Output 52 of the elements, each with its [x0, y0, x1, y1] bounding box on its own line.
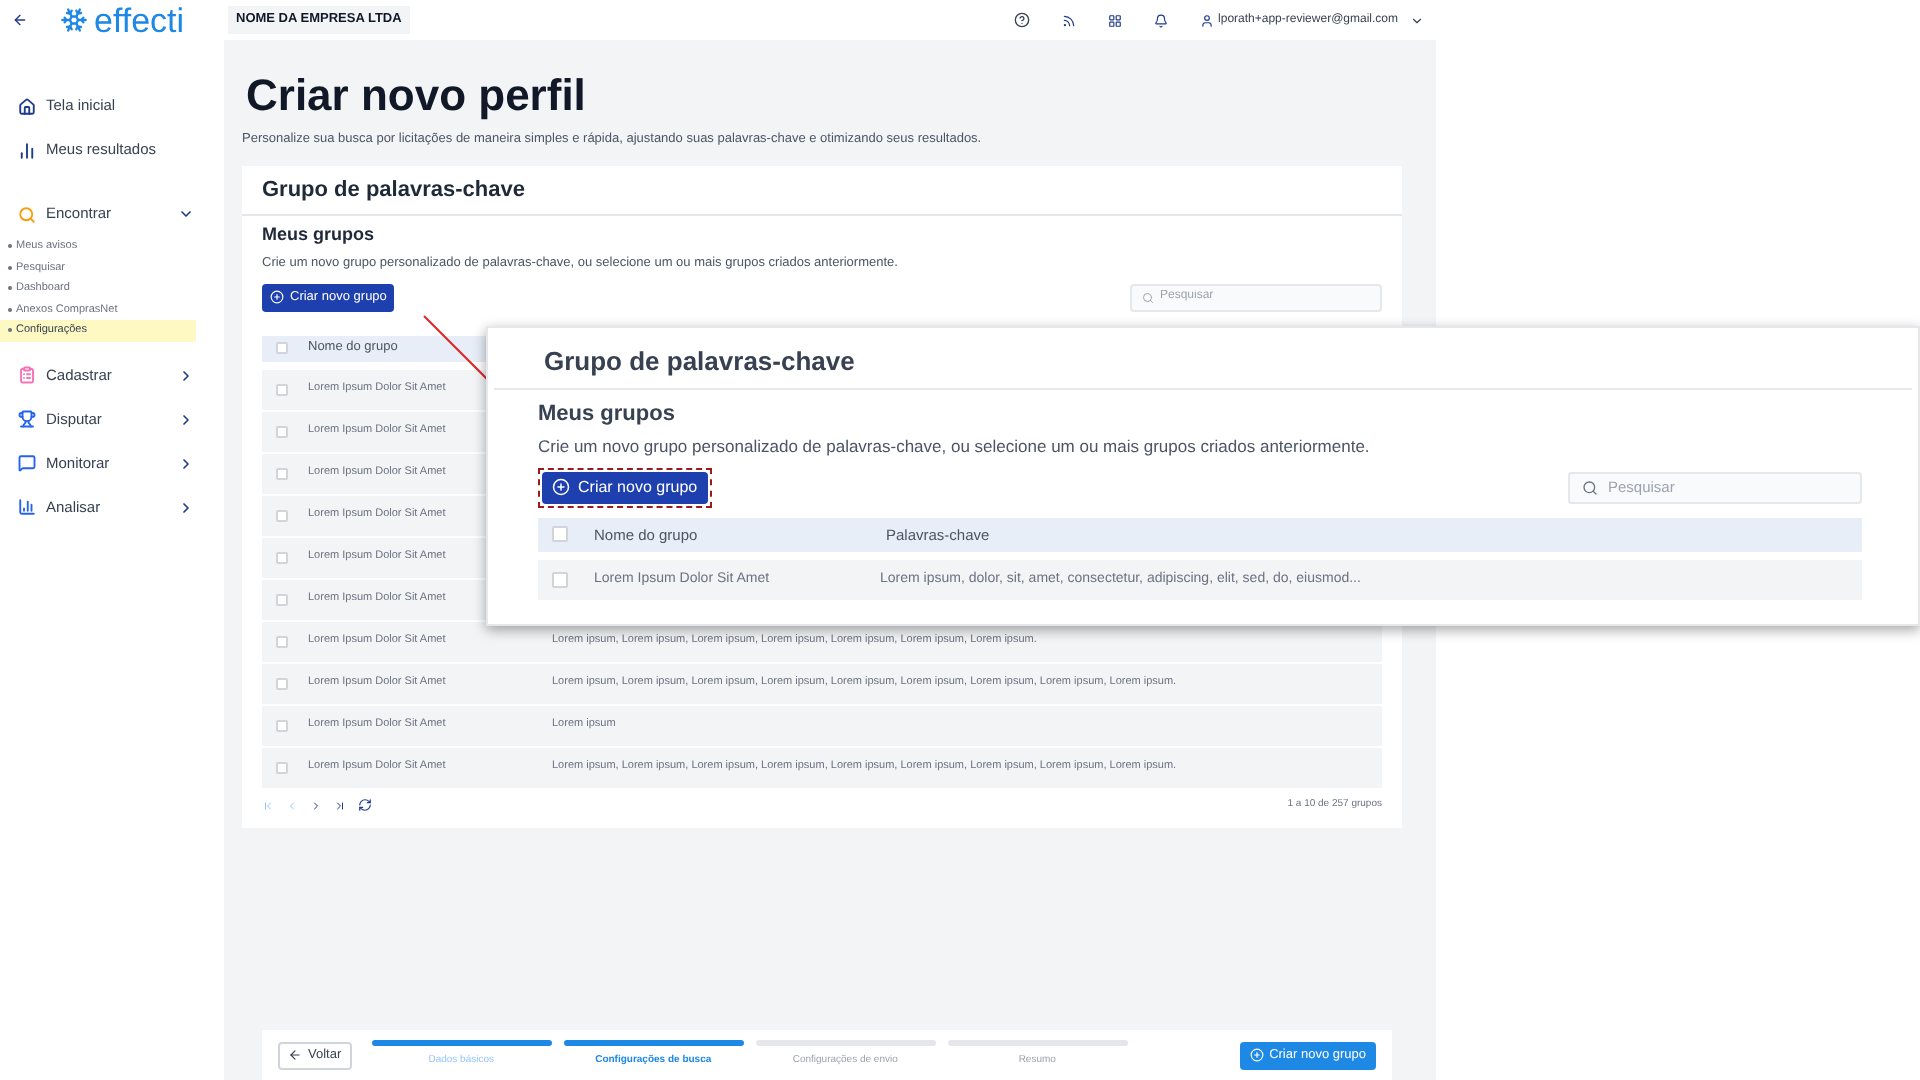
- first-page-icon[interactable]: [262, 799, 274, 811]
- bell-icon[interactable]: [1154, 13, 1169, 27]
- checkbox[interactable]: [276, 467, 288, 479]
- chevron-icon[interactable]: [178, 367, 194, 383]
- chevron-icon[interactable]: [178, 411, 194, 427]
- logo-icon: [60, 6, 88, 34]
- checkbox[interactable]: [552, 526, 568, 543]
- section-title: Meus grupos: [538, 399, 677, 429]
- previous-page-icon[interactable]: [286, 799, 298, 811]
- last-page-icon[interactable]: [334, 799, 346, 811]
- home-icon: [18, 97, 36, 115]
- search-icon: [18, 205, 36, 223]
- checkbox[interactable]: [276, 635, 288, 647]
- next-page-icon[interactable]: [310, 799, 322, 811]
- checkbox[interactable]: [276, 425, 288, 437]
- plus-icon: [552, 478, 570, 497]
- chevron-icon[interactable]: [178, 499, 194, 515]
- chevron-icon[interactable]: [178, 455, 194, 471]
- checkbox[interactable]: [276, 509, 288, 521]
- arrow-left-icon: [288, 1048, 302, 1062]
- chevron-icon: [1410, 13, 1424, 27]
- page-title: Criar novo perfil: [246, 74, 588, 118]
- user-icon: [1200, 13, 1215, 27]
- plus-icon: [270, 290, 284, 304]
- section-title: Meus grupos: [262, 222, 377, 249]
- card-title: Grupo de palavras-chave: [242, 165, 1402, 217]
- chevron-icon[interactable]: [178, 206, 194, 222]
- back-icon[interactable]: [12, 12, 28, 28]
- section-description: Crie um novo grupo personalizado de palavras-chave, ou selecione um ou mais grupos criados anteriormente.: [538, 434, 1372, 460]
- rss-icon[interactable]: [1062, 13, 1077, 27]
- checkbox[interactable]: [276, 719, 288, 731]
- logo-text: effecti: [94, 3, 185, 37]
- checkbox[interactable]: [276, 383, 288, 395]
- checkbox[interactable]: [276, 342, 288, 354]
- plus-icon: [1249, 1048, 1264, 1062]
- checkbox[interactable]: [276, 677, 288, 689]
- chart-icon: [18, 498, 36, 516]
- search-icon: [1142, 291, 1154, 303]
- help-icon[interactable]: [1014, 12, 1031, 28]
- trophy-icon: [18, 410, 36, 428]
- checkbox[interactable]: [276, 761, 288, 773]
- chat-icon: [18, 454, 36, 472]
- search-icon: [1582, 479, 1598, 496]
- grid-icon[interactable]: [1108, 13, 1123, 27]
- create-group-button[interactable]: Criar novo grupo: [542, 471, 708, 504]
- clipboard-icon: [18, 366, 36, 384]
- checkbox[interactable]: [552, 571, 568, 588]
- refresh-icon[interactable]: [358, 798, 372, 812]
- checkbox[interactable]: [276, 593, 288, 605]
- bar-chart-icon: [18, 141, 36, 159]
- card-title: Grupo de palavras-chave: [494, 328, 1912, 389]
- checkbox[interactable]: [276, 551, 288, 563]
